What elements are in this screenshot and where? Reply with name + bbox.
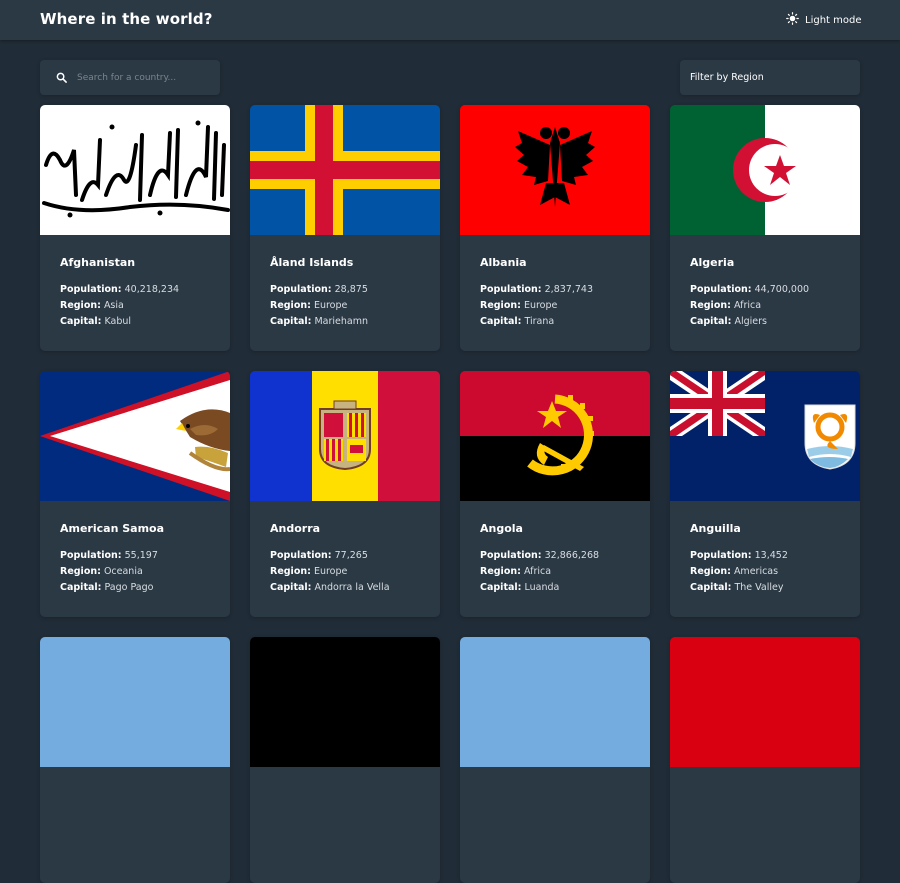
- country-region: Region: Americas: [690, 566, 779, 577]
- country-capital: Capital: Mariehamn: [270, 316, 369, 327]
- country-population: Population: 77,265: [270, 550, 368, 561]
- sun-icon: [786, 12, 805, 28]
- country-card-partial[interactable]: [460, 637, 650, 883]
- flag-image: [670, 105, 860, 235]
- theme-toggle-label: Light mode: [805, 14, 862, 26]
- country-name: Albania: [480, 256, 527, 269]
- country-card-angola[interactable]: Angola Population: 32,866,268 Region: Af…: [460, 371, 650, 617]
- country-population: Population: 2,837,743: [480, 284, 593, 295]
- country-card-anguilla[interactable]: Anguilla Population: 13,452 Region: Amer…: [670, 371, 860, 617]
- country-region: Region: Europe: [270, 566, 348, 577]
- country-population: Population: 28,875: [270, 284, 368, 295]
- country-card-american-samoa[interactable]: American Samoa Population: 55,197 Region…: [40, 371, 230, 617]
- flag-image: [250, 637, 440, 767]
- country-region: Region: Europe: [480, 300, 558, 311]
- country-capital: Capital: The Valley: [690, 582, 784, 593]
- theme-toggle-button[interactable]: Light mode: [786, 12, 862, 28]
- flag-image: [460, 105, 650, 235]
- country-capital: Capital: Algiers: [690, 316, 767, 327]
- region-filter-dropdown[interactable]: Filter by Region: [680, 60, 860, 95]
- country-capital: Capital: Andorra la Vella: [270, 582, 390, 593]
- country-population: Population: 55,197: [60, 550, 158, 561]
- app-title: Where in the world?: [40, 10, 213, 28]
- country-name: Afghanistan: [60, 256, 136, 269]
- country-name: Angola: [480, 522, 523, 535]
- flag-image: [40, 637, 230, 767]
- country-card-aland-islands[interactable]: Åland Islands Population: 28,875 Region:…: [250, 105, 440, 351]
- search-icon: [40, 68, 67, 87]
- country-card-partial[interactable]: [670, 637, 860, 883]
- search-input[interactable]: [75, 71, 209, 84]
- country-region: Region: Africa: [690, 300, 762, 311]
- country-population: Population: 40,218,234: [60, 284, 180, 295]
- country-name: Algeria: [690, 256, 735, 269]
- country-card-andorra[interactable]: Andorra Population: 77,265 Region: Europ…: [250, 371, 440, 617]
- country-card-albania[interactable]: Albania Population: 2,837,743 Region: Eu…: [460, 105, 650, 351]
- country-name: Andorra: [270, 522, 321, 535]
- region-filter-label: Filter by Region: [690, 72, 764, 83]
- country-population: Population: 44,700,000: [690, 284, 810, 295]
- country-capital: Capital: Pago Pago: [60, 582, 154, 593]
- country-capital: Capital: Tirana: [480, 316, 555, 327]
- country-region: Region: Africa: [480, 566, 552, 577]
- country-name: Åland Islands: [270, 256, 354, 269]
- country-region: Region: Europe: [270, 300, 348, 311]
- flag-image: [250, 105, 440, 235]
- country-capital: Capital: Kabul: [60, 316, 132, 327]
- country-name: Anguilla: [690, 522, 741, 535]
- country-population: Population: 13,452: [690, 550, 788, 561]
- country-card-afghanistan[interactable]: Afghanistan Population: 40,218,234 Regio…: [40, 105, 230, 351]
- flag-image: [670, 371, 860, 501]
- flag-image: [40, 371, 230, 501]
- country-region: Region: Oceania: [60, 566, 143, 577]
- top-bar: Where in the world? Light mode: [0, 0, 900, 40]
- country-region: Region: Asia: [60, 300, 124, 311]
- flag-image: [460, 371, 650, 501]
- country-card-partial[interactable]: [250, 637, 440, 883]
- search-box: [40, 60, 220, 95]
- country-card-partial[interactable]: [40, 637, 230, 883]
- flag-image: [250, 371, 440, 501]
- country-card-algeria[interactable]: Algeria Population: 44,700,000 Region: A…: [670, 105, 860, 351]
- country-name: American Samoa: [60, 522, 165, 535]
- flag-image: [670, 637, 860, 767]
- country-capital: Capital: Luanda: [480, 582, 560, 593]
- flag-image: [460, 637, 650, 767]
- country-population: Population: 32,866,268: [480, 550, 600, 561]
- flag-image: [40, 105, 230, 235]
